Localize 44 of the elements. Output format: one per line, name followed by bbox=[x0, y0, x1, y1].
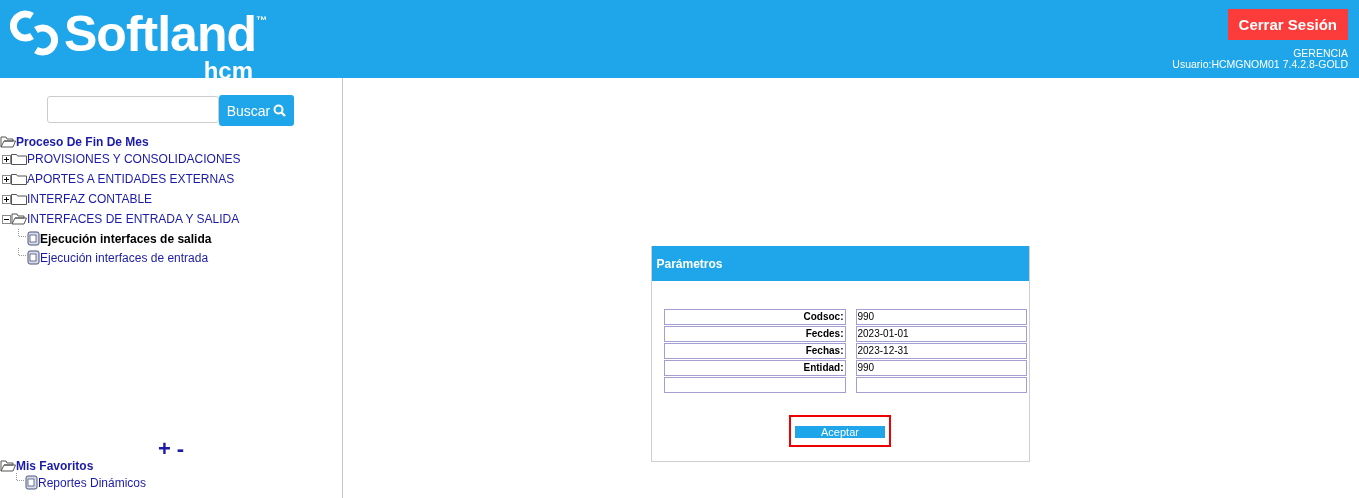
param-label: Fecdes: bbox=[663, 326, 846, 342]
expand-icon[interactable] bbox=[2, 194, 11, 204]
search-icon bbox=[273, 104, 287, 117]
open-folder-icon bbox=[0, 135, 16, 148]
folder-icon bbox=[11, 153, 27, 165]
user-info: Usuario:HCMGNOM01 7.4.2.8-GOLD bbox=[1172, 59, 1348, 70]
logout-button[interactable]: Cerrar Sesión bbox=[1227, 9, 1348, 40]
param-label: Entidad: bbox=[663, 360, 846, 376]
tree-root[interactable]: Mis Favoritos bbox=[16, 458, 94, 473]
tree-folder[interactable]: APORTES A ENTIDADES EXTERNAS bbox=[27, 172, 235, 186]
collapse-all-button[interactable]: - bbox=[176, 440, 185, 458]
tree-item[interactable]: Reportes Dinámicos bbox=[38, 475, 147, 490]
user-role: GERENCIA bbox=[1293, 48, 1348, 59]
expand-icon[interactable] bbox=[2, 174, 11, 184]
expand-all-button[interactable]: + bbox=[157, 440, 171, 458]
open-folder-icon bbox=[0, 459, 16, 472]
folder-icon bbox=[11, 193, 27, 205]
tree-connector-icon bbox=[18, 248, 27, 256]
tree-root[interactable]: Proceso De Fin De Mes bbox=[16, 134, 149, 149]
panel-title: Parámetros bbox=[651, 246, 1029, 281]
tree-item[interactable]: Ejecución interfaces de entrada bbox=[40, 250, 209, 265]
param-label: Codsoc: bbox=[663, 309, 846, 325]
document-icon bbox=[25, 475, 38, 490]
tree-connector-icon bbox=[16, 473, 25, 481]
param-value: 2023-12-31 bbox=[855, 343, 1027, 359]
tree-item[interactable]: Ejecución interfaces de salida bbox=[40, 231, 212, 246]
collapse-icon[interactable] bbox=[2, 214, 11, 224]
tree-folder[interactable]: INTERFACES DE ENTRADA Y SALIDA bbox=[27, 212, 240, 226]
param-value: 990 bbox=[855, 360, 1027, 376]
param-value: 2023-01-01 bbox=[855, 326, 1027, 342]
param-value: 990 bbox=[855, 309, 1027, 325]
logo-name: Softland bbox=[64, 8, 256, 60]
folder-icon bbox=[11, 173, 27, 185]
search-field[interactable] bbox=[46, 96, 219, 123]
expand-icon[interactable] bbox=[2, 154, 11, 164]
open-folder-icon bbox=[11, 213, 27, 225]
document-icon bbox=[27, 250, 40, 265]
tree-folder[interactable]: INTERFAZ CONTABLE bbox=[27, 192, 153, 206]
logo-icon bbox=[10, 8, 58, 58]
trademark: ™ bbox=[256, 14, 267, 26]
document-icon bbox=[27, 231, 40, 246]
tree-folder[interactable]: PROVISIONES Y CONSOLIDACIONES bbox=[27, 152, 241, 166]
param-label: Fechas: bbox=[663, 343, 846, 359]
tree-connector-icon bbox=[18, 229, 27, 237]
